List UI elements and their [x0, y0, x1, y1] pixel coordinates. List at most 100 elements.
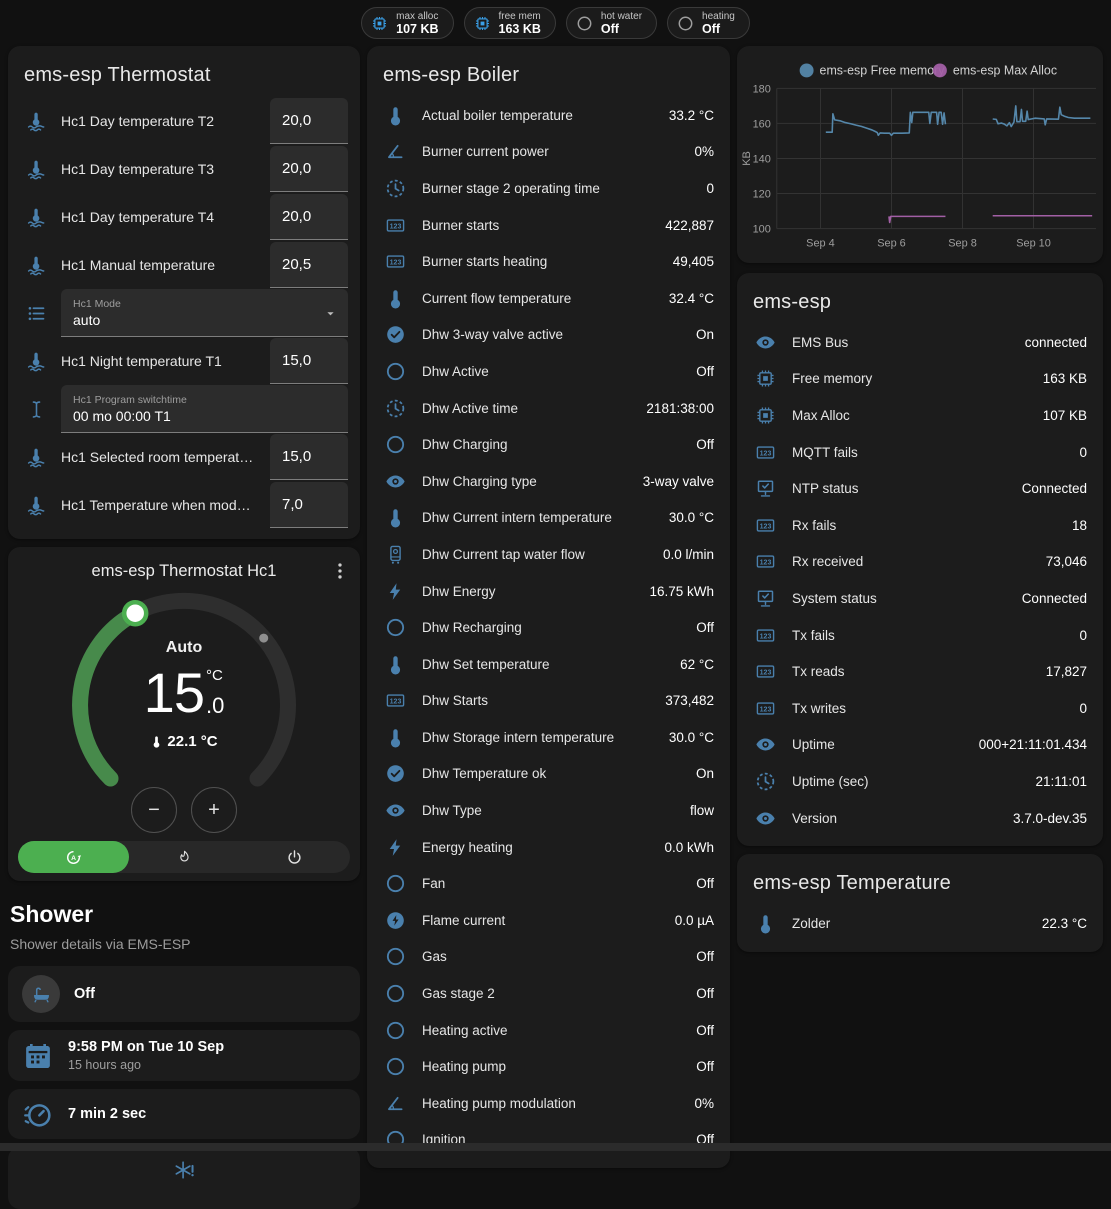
entity-row[interactable]: Dhw Recharging Off [367, 609, 730, 646]
entity-row[interactable]: Free memory 163 KB [737, 361, 1103, 398]
entity-row[interactable]: Dhw Energy 16.75 kWh [367, 573, 730, 610]
entity-row[interactable]: Gas Off [367, 939, 730, 976]
entity-row[interactable]: Dhw Starts 373,482 [367, 683, 730, 720]
shower-card[interactable]: Off [8, 966, 360, 1022]
temp-increase-button[interactable]: + [191, 787, 237, 833]
entity-value: 0.0 kWh [664, 840, 714, 855]
entity-value: 422,887 [665, 218, 714, 233]
entity-row[interactable]: Burner starts 422,887 [367, 207, 730, 244]
freeze-warning-card[interactable] [8, 1147, 360, 1209]
entity-row[interactable]: Zolder 22.3 °C [737, 905, 1103, 942]
more-options-icon[interactable] [329, 560, 351, 582]
entity-row[interactable]: Tx writes 0 [737, 690, 1103, 727]
entity-name: Hc1 Day temperature T4 [61, 209, 256, 225]
number-input[interactable]: 20,5 [270, 242, 348, 288]
entity-row[interactable]: Dhw Temperature ok On [367, 756, 730, 793]
entity-row[interactable]: Burner current power 0% [367, 134, 730, 171]
shower-card[interactable]: 7 min 2 sec [8, 1089, 360, 1139]
entity-name: Dhw Type [422, 803, 674, 818]
circle-outline-icon [385, 946, 406, 967]
target-temp-fraction: .0 [206, 693, 224, 719]
entity-row[interactable]: Heating pump modulation 0% [367, 1085, 730, 1122]
horizontal-scrollbar[interactable] [0, 1143, 1111, 1151]
entity-name: MQTT fails [792, 445, 1063, 460]
eye-icon [385, 471, 406, 492]
entity-row[interactable]: Heating pump Off [367, 1048, 730, 1085]
entity-row[interactable]: Dhw Type flow [367, 792, 730, 829]
entity-row[interactable]: Flame current 0.0 µA [367, 902, 730, 939]
number-input[interactable]: 20,0 [270, 146, 348, 192]
entity-row[interactable]: Fan Off [367, 865, 730, 902]
chevron-down-icon [323, 306, 338, 321]
entity-row[interactable]: Uptime (sec) 21:11:01 [737, 763, 1103, 800]
entity-name: Dhw Starts [422, 693, 649, 708]
entity-row[interactable]: Burner stage 2 operating time 0 [367, 170, 730, 207]
mode-off-button[interactable] [239, 841, 350, 873]
entity-row[interactable]: Max Alloc 107 KB [737, 397, 1103, 434]
entity-name: Burner starts heating [422, 254, 657, 269]
entity-row[interactable]: Actual boiler temperature 33.2 °C [367, 97, 730, 134]
entity-row[interactable]: NTP status Connected [737, 470, 1103, 507]
entity-value: 62 °C [680, 657, 714, 672]
status-chip-free-mem[interactable]: free mem 163 KB [464, 7, 556, 39]
entity-row[interactable]: MQTT fails 0 [737, 434, 1103, 471]
entity-row[interactable]: System status Connected [737, 580, 1103, 617]
text-input[interactable]: Hc1 Program switchtime 00 mo 00:00 T1 [61, 385, 348, 433]
chip-label: free mem [499, 11, 541, 22]
number-input[interactable]: 7,0 [270, 482, 348, 528]
entity-row[interactable]: Dhw Current intern temperature 30.0 °C [367, 500, 730, 537]
entity-row[interactable]: Rx received 73,046 [737, 544, 1103, 581]
entity-name: Dhw 3-way valve active [422, 327, 680, 342]
entity-row[interactable]: Ignition Off [367, 1122, 730, 1159]
entity-row[interactable]: Dhw Active Off [367, 353, 730, 390]
entity-row[interactable]: Dhw Charging type 3-way valve [367, 463, 730, 500]
entity-row[interactable]: Dhw Charging Off [367, 426, 730, 463]
number-input[interactable]: 20,0 [270, 98, 348, 144]
entity-row[interactable]: Rx fails 18 [737, 507, 1103, 544]
card-title: ems-esp Temperature [737, 854, 1103, 905]
entity-row[interactable]: Uptime 000+21:11:01.434 [737, 727, 1103, 764]
entity-row[interactable]: Dhw Storage intern temperature 30.0 °C [367, 719, 730, 756]
entity-row[interactable]: EMS Bus connected [737, 324, 1103, 361]
entity-value: Off [696, 620, 714, 635]
entity-row[interactable]: Dhw Active time 2181:38:00 [367, 390, 730, 427]
entity-row[interactable]: Version 3.7.0-dev.35 [737, 800, 1103, 837]
entity-value: 163 KB [1043, 371, 1087, 386]
svg-text:ems-esp Max Alloc: ems-esp Max Alloc [953, 63, 1057, 77]
angle-icon [385, 141, 406, 162]
entity-name: Uptime (sec) [792, 774, 1019, 789]
entity-name: Heating pump [422, 1059, 680, 1074]
entity-row[interactable]: Dhw Set temperature 62 °C [367, 646, 730, 683]
status-chip-hot-water[interactable]: hot water Off [566, 7, 657, 39]
number-input[interactable]: 15,0 [270, 338, 348, 384]
entity-row[interactable]: Current flow temperature 32.4 °C [367, 280, 730, 317]
entity-row: Hc1 Manual temperature 20,5 [8, 241, 360, 289]
mode-auto-button[interactable] [18, 841, 129, 873]
target-temp-knob[interactable] [124, 602, 146, 624]
chip-value: 107 KB [396, 22, 438, 36]
entity-row[interactable]: Gas stage 2 Off [367, 975, 730, 1012]
entity-row[interactable]: Heating active Off [367, 1012, 730, 1049]
entity-row[interactable]: Dhw 3-way valve active On [367, 317, 730, 354]
flame-icon [176, 849, 193, 866]
entity-row[interactable]: Burner starts heating 49,405 [367, 243, 730, 280]
entity-row[interactable]: Energy heating 0.0 kWh [367, 829, 730, 866]
mode-heat-button[interactable] [129, 841, 240, 873]
entity-value: 73,046 [1046, 554, 1087, 569]
current-temp-value: 22.1 °C [167, 733, 217, 750]
status-chip-max-alloc[interactable]: max alloc 107 KB [361, 7, 453, 39]
number-input[interactable]: 15,0 [270, 434, 348, 480]
system-rows: EMS Bus connected Free memory 163 KB Max… [737, 324, 1103, 846]
number-input[interactable]: 20,0 [270, 194, 348, 240]
entity-row[interactable]: Dhw Current tap water flow 0.0 l/min [367, 536, 730, 573]
bathtub-icon [31, 984, 52, 1005]
entity-row[interactable]: Tx fails 0 [737, 617, 1103, 654]
entity-name: Hc1 Manual temperature [61, 257, 256, 273]
shower-card[interactable]: 9:58 PM on Tue 10 Sep15 hours ago [8, 1030, 360, 1081]
temp-decrease-button[interactable]: − [131, 787, 177, 833]
entity-name: Burner current power [422, 144, 678, 159]
mode-select[interactable]: Hc1 Mode auto [61, 289, 348, 337]
status-chip-heating[interactable]: heating Off [667, 7, 750, 39]
svg-text:Sep 8: Sep 8 [948, 237, 977, 249]
entity-row[interactable]: Tx reads 17,827 [737, 653, 1103, 690]
